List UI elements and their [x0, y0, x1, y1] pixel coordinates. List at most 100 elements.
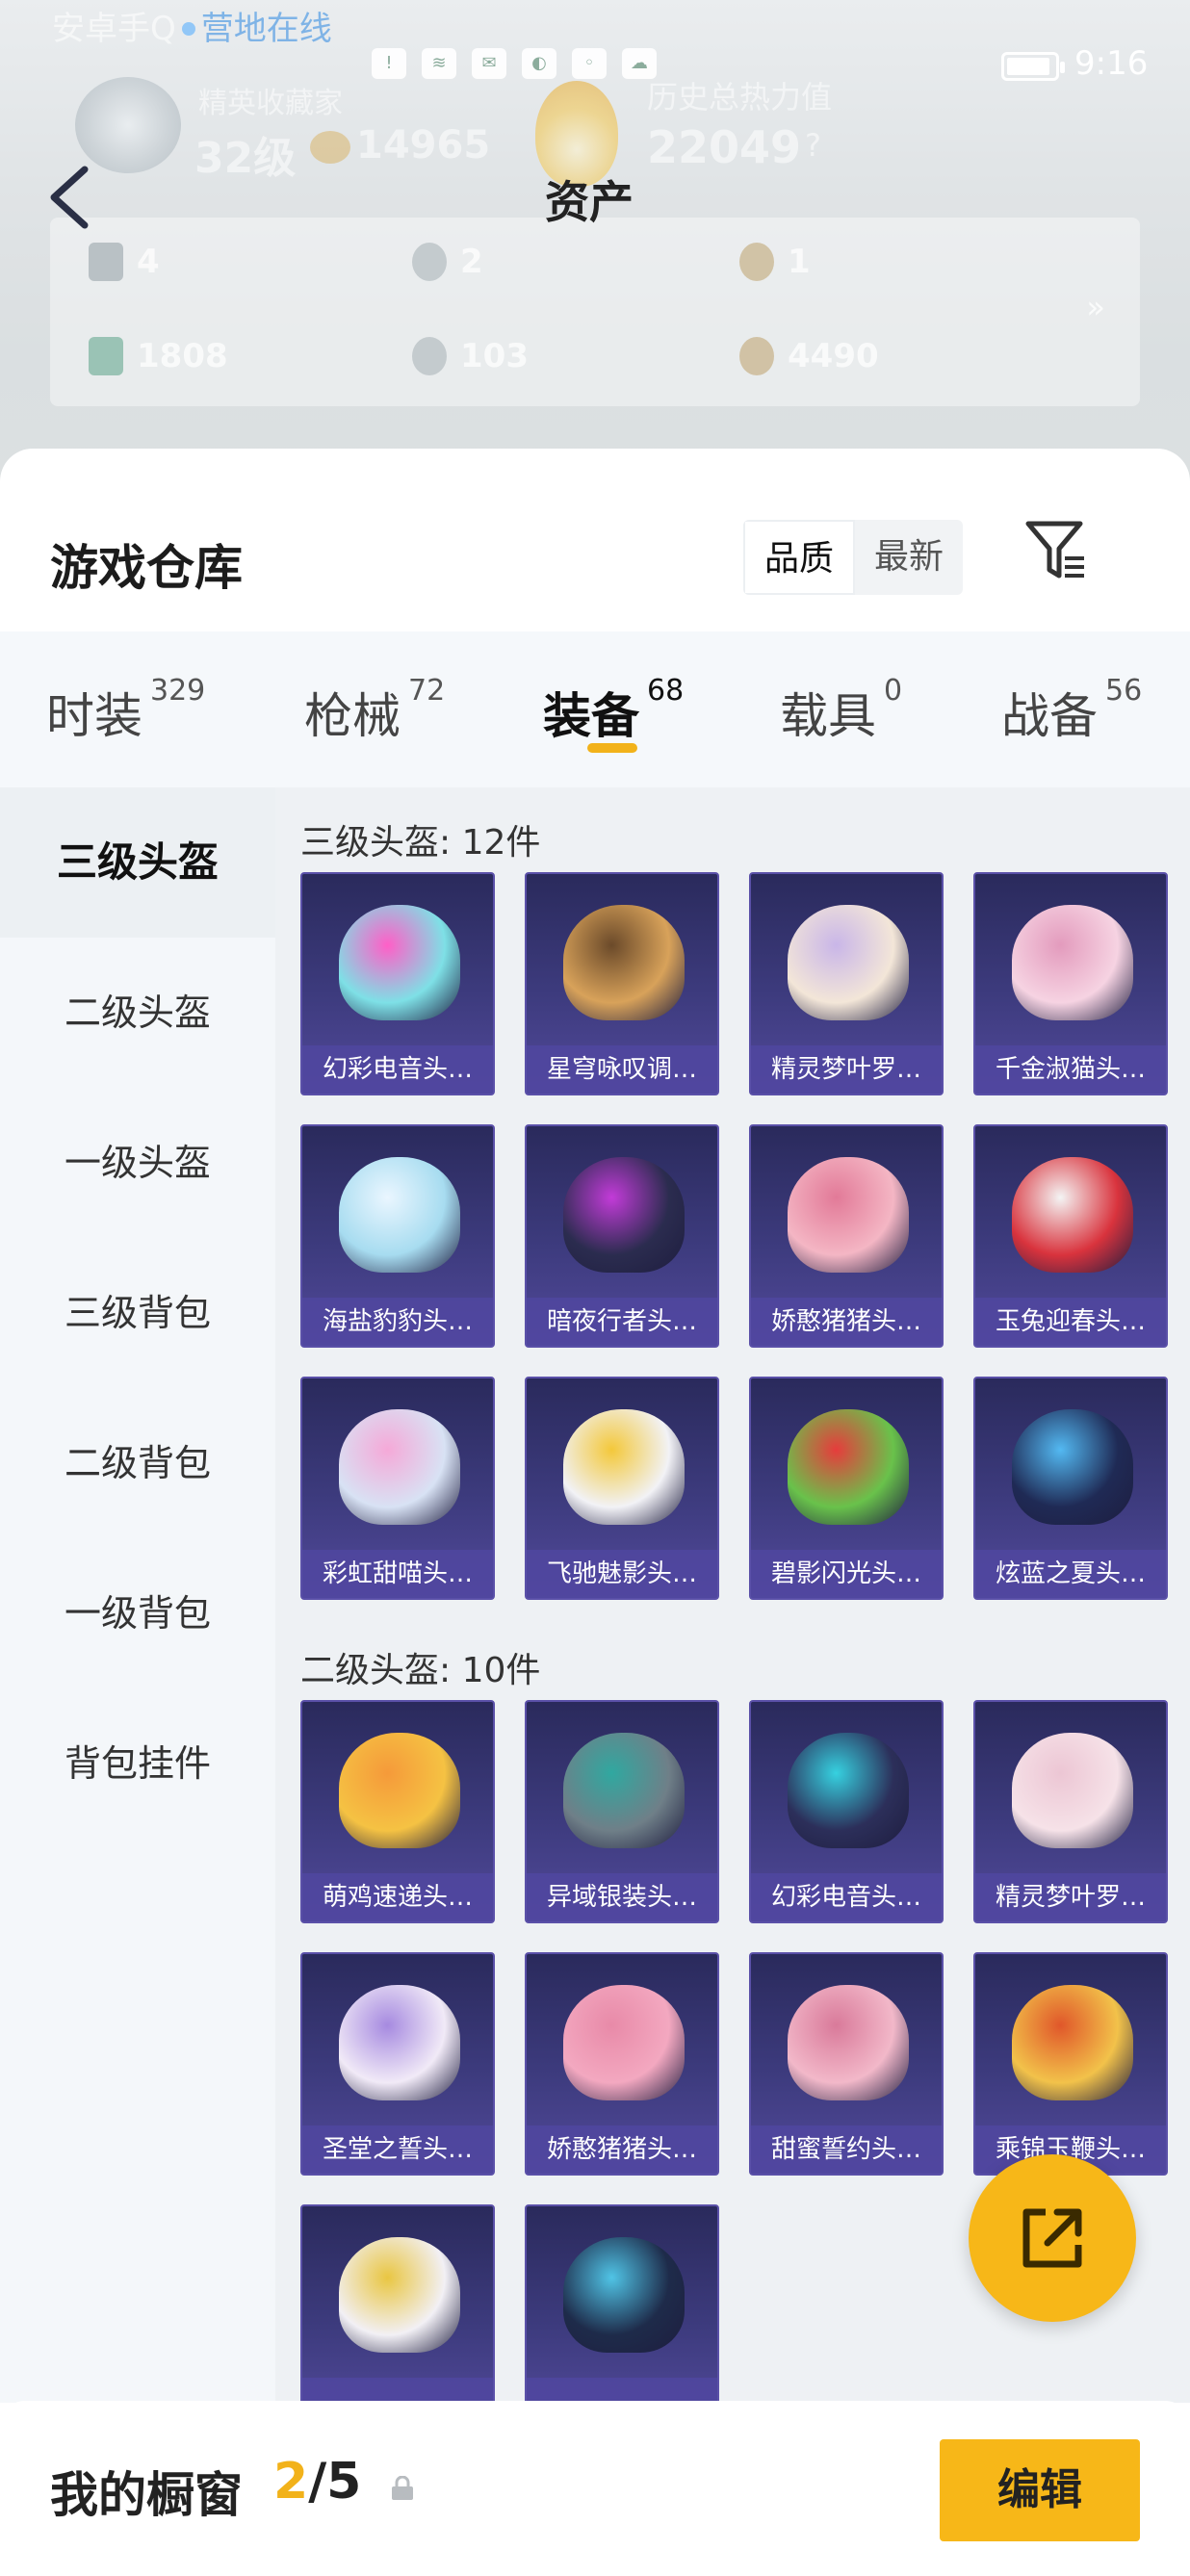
battery-icon — [1001, 52, 1065, 81]
helmet-icon — [563, 1409, 685, 1525]
bronze-coin-icon — [739, 337, 774, 375]
asset-stats-panel[interactable]: 4 2 1 1808 103 4490 » — [50, 218, 1140, 406]
item-card[interactable] — [300, 2204, 495, 2403]
status-app-hint: 安卓手Q 营地在线 — [52, 10, 332, 48]
sidebar-item-level2-backpack[interactable]: 二级背包 — [0, 1388, 275, 1538]
item-card[interactable]: 圣堂之誓头… — [300, 1952, 495, 2176]
item-card[interactable]: 甜蜜誓约头… — [749, 1952, 944, 2176]
item-name: 精灵梦叶罗… — [975, 1873, 1166, 1921]
sort-toggle[interactable]: 品质 最新 — [743, 520, 964, 595]
item-card[interactable]: 精灵梦叶罗… — [973, 1700, 1168, 1923]
wifi-icon: ≋ — [422, 48, 456, 79]
helmet-grid-level3: 幻彩电音头… 星穹咏叹调… 精灵梦叶罗… 千金淑猫头… 海盐豹豹头… 暗夜行者头… 娇憨猪猪… — [300, 872, 1168, 1600]
item-card[interactable]: 暗夜行者头… — [525, 1124, 719, 1348]
helmet-icon — [563, 2237, 685, 2353]
silver-coin-icon — [412, 243, 447, 281]
item-name: 圣堂之誓头… — [302, 2125, 493, 2174]
tab-equipment[interactable]: 装备 68 — [543, 674, 684, 747]
item-card[interactable]: 海盐豹豹头… — [300, 1124, 495, 1348]
helmet-icon — [339, 2237, 460, 2353]
helmet-icon — [1012, 1157, 1133, 1273]
app-icon: ◐ — [522, 48, 556, 79]
screen: { "status_bar": {"app_hint": "安卓手Q", "on… — [0, 0, 1190, 2576]
helmet-icon — [339, 1733, 460, 1848]
item-card[interactable]: 星穹咏叹调… — [525, 872, 719, 1095]
item-card[interactable]: 千金淑猫头… — [973, 872, 1168, 1095]
item-card[interactable]: 娇憨猪猪头… — [749, 1124, 944, 1348]
item-name: 玉兔迎春头… — [975, 1298, 1166, 1346]
item-name: 娇憨猪猪头… — [527, 2125, 717, 2174]
asset-stat: 103 — [412, 337, 529, 375]
rank-badge-icon — [75, 77, 181, 173]
mail-icon: ✉ — [472, 48, 506, 79]
edit-showcase-button[interactable]: 编辑 — [940, 2439, 1140, 2541]
tab-fashion[interactable]: 时装 329 — [46, 674, 205, 747]
item-name: 幻彩电音头… — [302, 1045, 493, 1094]
asset-stat: 2 — [412, 243, 483, 281]
active-tab-indicator — [587, 743, 637, 753]
heat-help-icon[interactable]: ? — [805, 127, 821, 164]
item-card[interactable]: 炫蓝之夏头… — [973, 1377, 1168, 1600]
item-name: 千金淑猫头… — [975, 1045, 1166, 1094]
helmet-icon — [1012, 1985, 1133, 2100]
helmet-icon — [788, 1985, 909, 2100]
item-card[interactable]: 彩虹甜喵头… — [300, 1377, 495, 1600]
item-card[interactable]: 飞驰魅影头… — [525, 1377, 719, 1600]
sidebar-item-level3-helmet[interactable]: 三级头盔 — [0, 787, 275, 938]
item-card[interactable] — [525, 2204, 719, 2403]
item-card[interactable]: 娇憨猪猪头… — [525, 1952, 719, 2176]
tab-supplies[interactable]: 战备 56 — [1001, 674, 1142, 747]
helmet-icon — [1012, 1733, 1133, 1848]
item-card[interactable]: 玉兔迎春头… — [973, 1124, 1168, 1348]
item-name: 娇憨猪猪头… — [751, 1298, 942, 1346]
item-card[interactable]: 精灵梦叶罗… — [749, 872, 944, 1095]
helmet-icon — [1012, 1409, 1133, 1525]
more-assets-icon[interactable]: » — [1086, 289, 1105, 325]
rank-level: 32级 — [194, 134, 297, 183]
sidebar-item-level2-helmet[interactable]: 二级头盔 — [0, 938, 275, 1088]
item-card[interactable]: 幻彩电音头… — [300, 872, 495, 1095]
item-name: 彩虹甜喵头… — [302, 1550, 493, 1598]
status-bar: 安卓手Q 营地在线 ! ≋ ✉ ◐ ◦ ☁ 9:16 — [0, 0, 1190, 83]
warehouse-title: 游戏仓库 — [50, 540, 243, 596]
notification-icons: ! ≋ ✉ ◐ ◦ ☁ — [372, 48, 657, 79]
category-tabs: 时装 329 枪械 72 装备 68 载具 0 战备 56 — [0, 631, 1190, 787]
item-card[interactable]: 异域银装头… — [525, 1700, 719, 1923]
item-name: 暗夜行者头… — [527, 1298, 717, 1346]
external-link-icon — [1022, 2208, 1082, 2268]
item-card[interactable]: 幻彩电音头… — [749, 1700, 944, 1923]
item-name: 炫蓝之夏头… — [975, 1550, 1166, 1598]
item-card[interactable]: 碧影闪光头… — [749, 1377, 944, 1600]
sidebar-item-level3-backpack[interactable]: 三级背包 — [0, 1238, 275, 1388]
card-icon — [89, 243, 123, 281]
item-name: 甜蜜誓约头… — [751, 2125, 942, 2174]
helmet-icon — [339, 1409, 460, 1525]
share-button[interactable] — [969, 2154, 1136, 2322]
item-name: 星穹咏叹调… — [527, 1045, 717, 1094]
sort-option-newest[interactable]: 最新 — [855, 520, 963, 595]
chat-icon: ◦ — [572, 48, 607, 79]
tab-weapons[interactable]: 枪械 72 — [304, 674, 445, 747]
item-card[interactable]: 乘锦玉鞭头… — [973, 1952, 1168, 2176]
sidebar-item-level1-helmet[interactable]: 一级头盔 — [0, 1088, 275, 1238]
helmet-icon — [788, 1157, 909, 1273]
sort-option-quality[interactable]: 品质 — [743, 520, 856, 595]
asset-stat: 1808 — [89, 337, 228, 375]
helmet-icon — [339, 1157, 460, 1273]
clock: 9:16 — [1074, 44, 1149, 83]
sidebar-item-backpack-charm[interactable]: 背包挂件 — [0, 1688, 275, 1839]
item-name: 飞驰魅影头… — [527, 1550, 717, 1598]
filter-button[interactable] — [1022, 516, 1090, 585]
tab-vehicles[interactable]: 载具 0 — [780, 674, 902, 747]
helmet-icon — [563, 1985, 685, 2100]
item-name: 幻彩电音头… — [751, 1873, 942, 1921]
back-button[interactable] — [44, 164, 96, 231]
asset-stat: 4490 — [739, 337, 879, 375]
chevron-left-icon — [50, 166, 89, 229]
showcase-bar: 我的橱窗 2/5 编辑 — [0, 2401, 1190, 2576]
showcase-label: 我的橱窗 — [50, 2467, 243, 2523]
item-card[interactable]: 萌鸡速递头… — [300, 1700, 495, 1923]
item-name — [302, 2378, 493, 2403]
sidebar-item-level1-backpack[interactable]: 一级背包 — [0, 1538, 275, 1688]
showcase-count: 2/5 — [273, 2453, 362, 2511]
